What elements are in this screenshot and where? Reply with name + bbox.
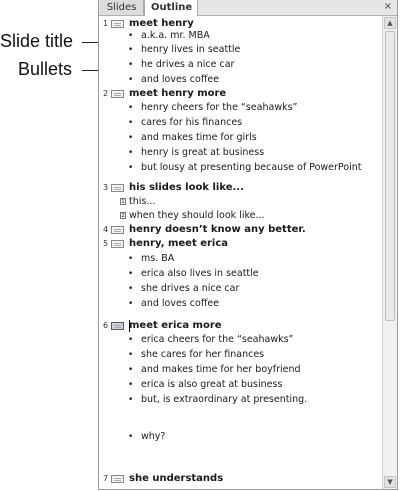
slide-3-title-row[interactable]: 3 his slides look like... <box>99 182 382 194</box>
bullet-row[interactable]: • henry cheers for the “seahawks” <box>99 102 382 114</box>
outline-pane: Slides Outline × 1 meet henry • a.k.a. mr… <box>98 0 398 490</box>
slide-title[interactable]: henry doesn’t know any better. <box>129 224 306 236</box>
slide-title[interactable]: meet henry <box>129 18 194 30</box>
bullet-row[interactable]: • a.k.a. mr. MBA <box>99 30 382 42</box>
bullet-icon: • <box>128 31 134 41</box>
bullet-text[interactable]: why? <box>141 431 165 443</box>
bullet-icon: • <box>128 365 134 375</box>
bullet-text[interactable]: she cares for her finances <box>141 349 264 361</box>
slide-icon[interactable] <box>111 475 124 483</box>
bullet-icon: • <box>128 103 134 113</box>
outline-content[interactable]: 1 meet henry • a.k.a. mr. MBA • henry live… <box>99 16 382 489</box>
bullet-icon: • <box>128 45 134 55</box>
bullet-row[interactable]: • cares for his finances <box>99 117 382 129</box>
tab-outline[interactable]: Outline <box>144 0 198 16</box>
bullet-icon: • <box>128 299 134 309</box>
bullet-icon: • <box>128 350 134 360</box>
scroll-thumb[interactable] <box>385 31 395 321</box>
slide-title-callout: Slide title <box>0 31 74 51</box>
slide-title[interactable]: henry, meet erica <box>129 238 228 250</box>
bullet-row[interactable]: • she drives a nice car <box>99 283 382 295</box>
sub-item-row[interactable]: 2 when they should look like... <box>99 210 382 222</box>
bullet-text[interactable]: erica is also great at business <box>141 379 282 391</box>
bullet-row[interactable]: • he drives a nice car <box>99 59 382 71</box>
bullet-text[interactable]: cares for his finances <box>141 117 242 129</box>
slide-icon-selected[interactable] <box>111 322 124 330</box>
pane-tab-bar: Slides Outline × <box>99 0 397 16</box>
vertical-scrollbar[interactable]: ▲ ▼ <box>382 16 397 489</box>
bullet-row[interactable]: • and makes time for girls <box>99 132 382 144</box>
slide-icon[interactable] <box>111 20 124 28</box>
bullet-text[interactable]: she drives a nice car <box>141 283 239 295</box>
bullet-icon: • <box>128 284 134 294</box>
bullets-callout: Bullets <box>18 59 73 79</box>
slide-title[interactable]: his slides look like... <box>129 182 244 194</box>
bullet-row[interactable]: • and loves coffee <box>99 298 382 310</box>
scroll-up-icon[interactable]: ▲ <box>384 17 396 29</box>
bullet-row[interactable]: • but lousy at presenting because of Powe… <box>99 162 382 174</box>
slide-icon[interactable] <box>111 90 124 98</box>
tab-slides[interactable]: Slides <box>100 0 144 15</box>
sub-item-row[interactable]: 1 this... <box>99 196 382 208</box>
slide-7-title-row[interactable]: 7 she understands <box>99 473 382 485</box>
bullet-text[interactable]: and loves coffee <box>141 74 219 86</box>
bullet-text[interactable]: and makes time for girls <box>141 132 257 144</box>
slide-icon[interactable] <box>111 240 124 248</box>
bullet-row[interactable]: • and loves coffee <box>99 74 382 86</box>
bullet-icon: • <box>128 148 134 158</box>
slide-5-title-row[interactable]: 5 henry, meet erica <box>99 238 382 250</box>
bullet-text[interactable]: but lousy at presenting because of Power… <box>141 162 362 174</box>
bullet-row[interactable]: • but, is extraordinary at presenting. <box>99 394 382 406</box>
close-icon[interactable]: × <box>384 0 392 14</box>
slide-title[interactable]: meet erica more <box>129 320 222 332</box>
bullet-row[interactable]: • erica also lives in seattle <box>99 268 382 280</box>
sub-item-text[interactable]: when they should look like... <box>129 210 265 222</box>
bullet-row[interactable]: • ms. BA <box>99 253 382 265</box>
bullet-icon: • <box>128 133 134 143</box>
bullet-text[interactable]: henry is great at business <box>141 147 264 159</box>
bullet-icon: • <box>128 60 134 70</box>
slide-1-title-row[interactable]: 1 meet henry <box>99 18 382 30</box>
bullet-text[interactable]: he drives a nice car <box>141 59 234 71</box>
slide-icon[interactable] <box>111 226 124 234</box>
bullet-icon: • <box>128 254 134 264</box>
bullet-row[interactable]: • and makes time for her boyfriend <box>99 364 382 376</box>
bullet-icon: • <box>128 380 134 390</box>
bullet-row[interactable]: • erica cheers for the “seahawks” <box>99 334 382 346</box>
bullet-text[interactable]: henry lives in seattle <box>141 44 240 56</box>
bullet-text[interactable]: ms. BA <box>141 253 174 265</box>
bullet-row[interactable]: • why? <box>99 431 382 443</box>
slide-4-title-row[interactable]: 4 henry doesn’t know any better. <box>99 224 382 236</box>
bullet-icon: • <box>128 163 134 173</box>
sub-item-text[interactable]: this... <box>129 196 155 208</box>
bullet-icon: • <box>128 432 134 442</box>
bullet-text[interactable]: but, is extraordinary at presenting. <box>141 394 307 406</box>
bullet-icon: • <box>128 118 134 128</box>
bullet-text[interactable]: henry cheers for the “seahawks” <box>141 102 297 114</box>
slide-title[interactable]: she understands <box>129 473 223 485</box>
bullet-row[interactable]: • she cares for her finances <box>99 349 382 361</box>
bullet-icon: • <box>128 395 134 405</box>
slide-icon[interactable] <box>111 184 124 192</box>
slide-6-title-row[interactable]: 6 meet erica more <box>99 320 382 332</box>
bullet-text[interactable]: and makes time for her boyfriend <box>141 364 301 376</box>
bullet-icon: • <box>128 269 134 279</box>
sub-number-icon: 1 <box>120 198 126 205</box>
bullet-icon: • <box>128 75 134 85</box>
bullet-text[interactable]: a.k.a. mr. MBA <box>141 30 210 42</box>
scroll-down-icon[interactable]: ▼ <box>384 476 396 488</box>
bullet-row[interactable]: • henry is great at business <box>99 147 382 159</box>
bullet-text[interactable]: and loves coffee <box>141 298 219 310</box>
slide-2-title-row[interactable]: 2 meet henry more <box>99 88 382 100</box>
bullet-text[interactable]: erica cheers for the “seahawks” <box>141 334 293 346</box>
bullet-text[interactable]: erica also lives in seattle <box>141 268 259 280</box>
bullet-row[interactable]: • erica is also great at business <box>99 379 382 391</box>
bullet-icon: • <box>128 335 134 345</box>
sub-number-icon: 2 <box>120 212 126 219</box>
slide-title[interactable]: meet henry more <box>129 88 226 100</box>
bullet-row[interactable]: • henry lives in seattle <box>99 44 382 56</box>
